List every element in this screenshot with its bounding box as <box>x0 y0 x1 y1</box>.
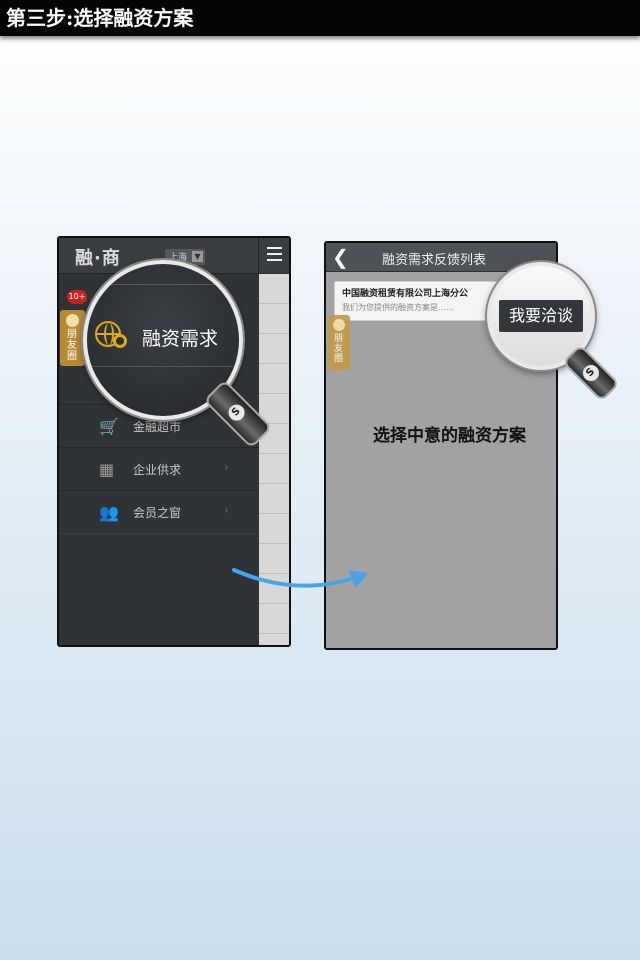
menu-item-supply-demand[interactable]: ▦ 企业供求 › <box>59 447 259 491</box>
flow-arrow-icon <box>232 568 368 588</box>
avatar-icon <box>66 314 79 327</box>
company-name: 中国融资租赁有限公司上海分公 <box>342 289 469 299</box>
magnifying-glass-icon <box>113 334 127 348</box>
avatar-icon <box>333 319 345 331</box>
chevron-right-icon: › <box>224 460 229 474</box>
magnifier-handle-icon: S <box>562 344 620 402</box>
barcode-icon: ▦ <box>99 460 115 479</box>
instruction-caption: 选择中意的融资方案 <box>373 426 526 446</box>
financing-demand-item[interactable]: 融资需求 <box>142 324 218 351</box>
back-arrow-icon[interactable]: ❮ <box>332 245 349 269</box>
menu-item-label: 金融超市 <box>133 420 182 434</box>
chevron-down-icon: ▼ <box>192 251 203 262</box>
menu-list-icon[interactable] <box>258 238 289 273</box>
cart-icon: 🛒 <box>99 417 119 436</box>
people-icon: 👥 <box>99 503 119 522</box>
friend-circle-tab[interactable]: 朋友圈 <box>60 310 85 366</box>
menu-item-label: 企业供求 <box>133 463 182 477</box>
friend-tab-label: 朋友圈 <box>67 329 77 362</box>
page-title: 第三步:选择融资方案 <box>6 6 194 30</box>
friend-tab-label: 朋友圈 <box>334 334 344 364</box>
app-logo: 融·商 <box>75 248 121 269</box>
chevron-right-icon: › <box>224 503 229 517</box>
menu-item-member-window[interactable]: 👥 会员之窗 › <box>59 490 259 534</box>
menu-item-label: 会员之窗 <box>133 506 182 520</box>
negotiate-button[interactable]: 我要洽谈 <box>499 300 583 332</box>
top-bar: 第三步:选择融资方案 <box>0 0 640 36</box>
feedback-summary: 我们为您提供的融资方案是…… <box>342 303 454 312</box>
right-screen-title: 融资需求反馈列表 <box>382 253 487 268</box>
notification-badge: 10+ <box>67 290 87 304</box>
friend-circle-tab[interactable]: 朋友圈 <box>328 315 350 370</box>
